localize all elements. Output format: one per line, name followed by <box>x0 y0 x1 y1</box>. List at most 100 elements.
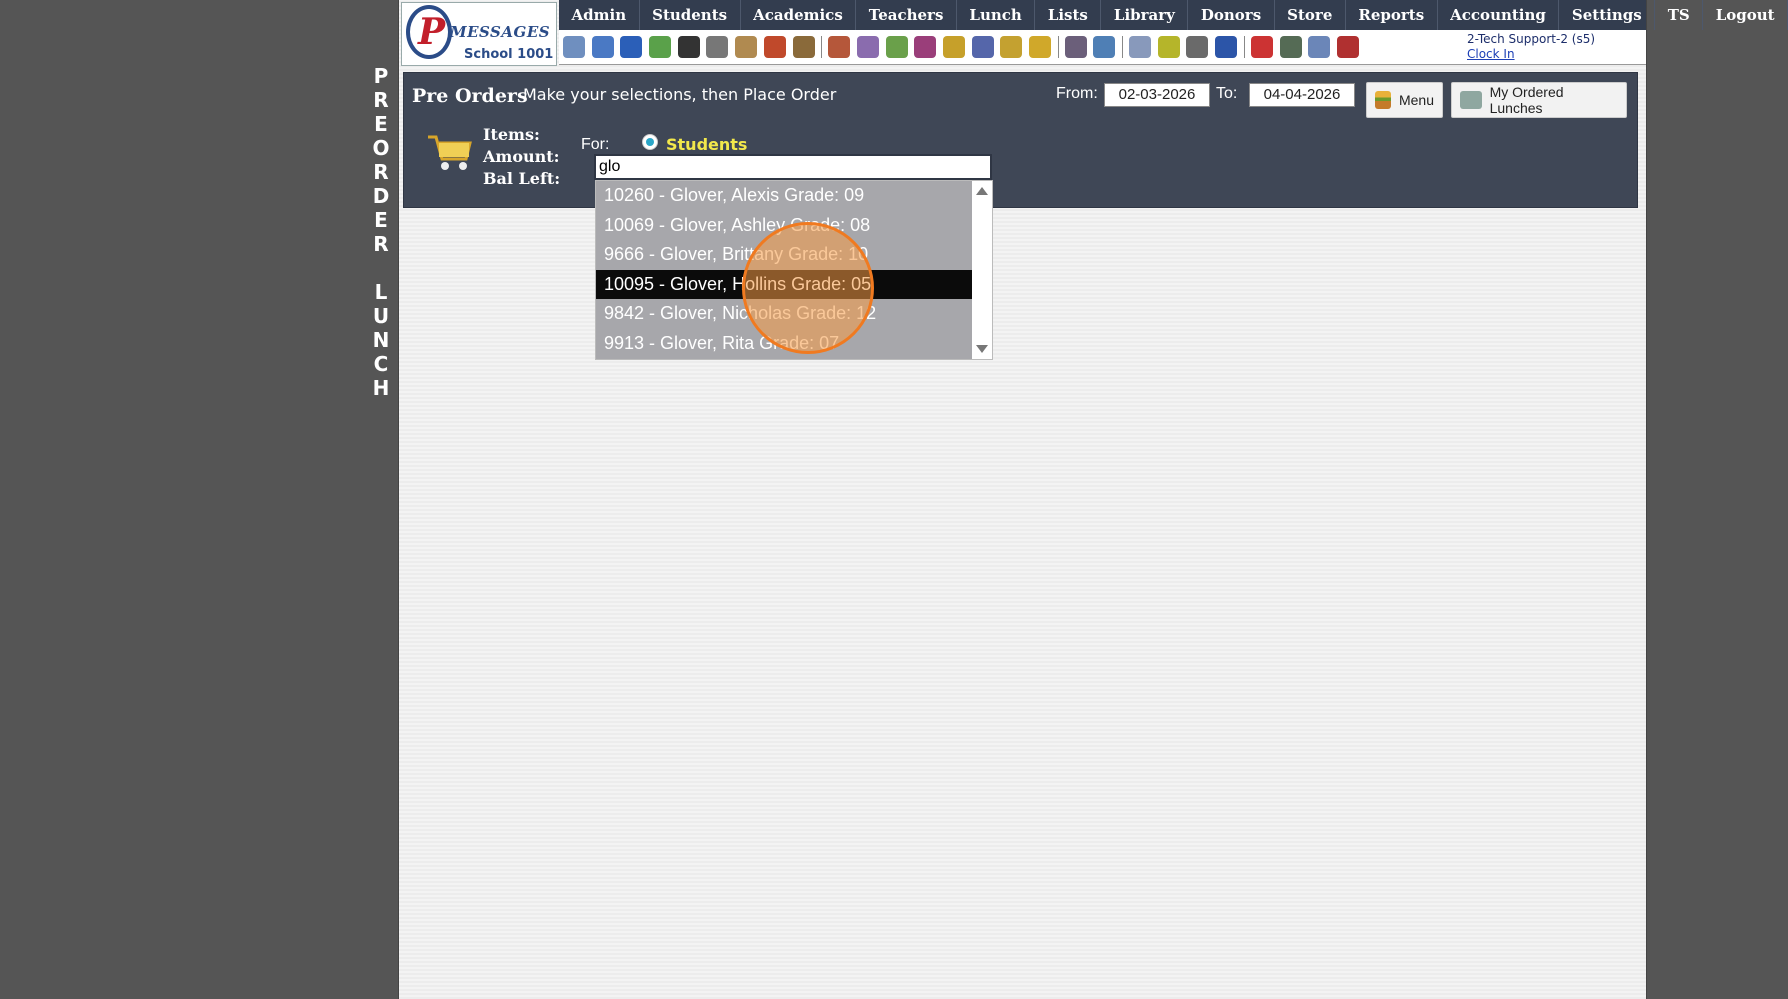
help-icon[interactable] <box>1308 36 1331 58</box>
nav-item-lists[interactable]: Lists <box>1035 0 1102 30</box>
user-info: 2-Tech Support-2 (s5) Clock In <box>1467 32 1595 62</box>
grid-icon[interactable] <box>591 36 614 58</box>
toolbar-separator <box>1122 36 1124 58</box>
phone-icon[interactable] <box>677 36 700 58</box>
speaker-icon[interactable] <box>706 36 729 58</box>
nav-item-academics[interactable]: Academics <box>741 0 857 30</box>
money-icon[interactable] <box>1279 36 1302 58</box>
search-icon[interactable] <box>563 36 585 58</box>
newsletter-icon[interactable] <box>735 36 758 58</box>
clock-in-link[interactable]: Clock In <box>1467 47 1595 62</box>
my-ordered-lunches-button[interactable]: My Ordered Lunches <box>1451 82 1627 118</box>
side-label-letter: D <box>372 184 390 208</box>
student-icon[interactable] <box>856 36 879 58</box>
nav-item-settings[interactable]: Settings <box>1559 0 1656 30</box>
side-label-letter: E <box>374 208 388 232</box>
broom-icon[interactable] <box>1000 36 1023 58</box>
logo[interactable]: MESSAGES School 1001 <box>401 2 557 66</box>
nav-item-teachers[interactable]: Teachers <box>856 0 957 30</box>
toolbar-separator <box>1243 36 1245 58</box>
student-option[interactable]: 10260 - Glover, Alexis Grade: 09 <box>596 181 972 211</box>
power-icon[interactable] <box>1336 36 1359 58</box>
toolbar-separator <box>1057 36 1059 58</box>
side-label-letter: O <box>372 136 390 160</box>
page-subtitle: Make your selections, then Place Order <box>523 85 837 104</box>
side-title-vertical: PREORDERLUNCH <box>368 64 394 400</box>
menu-button[interactable]: Menu <box>1366 82 1443 118</box>
from-label: From: <box>1056 85 1098 102</box>
side-label-letter: L <box>374 280 388 304</box>
student-option[interactable]: 9842 - Glover, Nicholas Grade: 12 <box>596 299 972 329</box>
student-option[interactable]: 9913 - Glover, Rita Grade: 07 <box>596 329 972 359</box>
student-option[interactable]: 9666 - Glover, Brittany Grade: 10 <box>596 240 972 270</box>
nav-item-donors[interactable]: Donors <box>1188 0 1275 30</box>
icon-toolbar: 2-Tech Support-2 (s5) Clock In <box>559 30 1646 65</box>
student-add-icon[interactable] <box>828 36 851 58</box>
scroll-up-icon[interactable] <box>976 187 988 195</box>
preorder-panel: Pre Orders Make your selections, then Pl… <box>403 72 1638 208</box>
side-label-letter: E <box>374 112 388 136</box>
nav-item-lunch[interactable]: Lunch <box>957 0 1036 30</box>
side-label-letter: C <box>373 352 389 376</box>
my-ordered-lunches-label: My Ordered Lunches <box>1489 84 1564 116</box>
printer-icon[interactable] <box>1186 36 1209 58</box>
for-label: For: <box>581 136 610 153</box>
megaphone-icon[interactable] <box>792 36 815 58</box>
nav-item-library[interactable]: Library <box>1101 0 1189 30</box>
at-email-icon[interactable] <box>620 36 643 58</box>
to-label: To: <box>1216 85 1238 102</box>
spreadsheet-icon[interactable] <box>1129 36 1152 58</box>
student-search-input[interactable] <box>594 154 992 180</box>
main-nav: Admin Students Academics Teachers Lunch Lists… <box>559 0 1788 30</box>
menu-button-label: Menu <box>1398 92 1434 108</box>
arrow-icon[interactable] <box>1029 36 1051 58</box>
school-name: School 1001 <box>464 47 554 62</box>
side-label-letter: R <box>373 232 389 256</box>
calendar-icon[interactable] <box>763 36 786 58</box>
sandwich-icon <box>1375 91 1391 109</box>
side-label-letter: N <box>372 328 390 352</box>
students-radio-label[interactable]: Students <box>666 135 747 154</box>
nav-item-logout[interactable]: Logout <box>1703 0 1788 30</box>
app-window: MESSAGES School 1001 AdminStudentsAcadem… <box>398 0 1788 999</box>
side-label-letter: R <box>373 88 389 112</box>
student-option[interactable]: 10069 - Glover, Ashley Grade: 08 <box>596 211 972 241</box>
dropdown-scrollbar[interactable] <box>972 181 992 359</box>
page-title: Pre Orders <box>412 85 528 107</box>
autocomplete-dropdown: 10260 - Glover, Alexis Grade: 09 10069 - … <box>595 180 993 360</box>
side-label-letter: H <box>372 376 390 400</box>
toolbar-separator <box>821 36 823 58</box>
items-label: Items: <box>483 125 540 144</box>
side-label-letter <box>368 256 394 280</box>
student-option[interactable]: 10095 - Glover, Hollins Grade: 05 <box>596 269 972 300</box>
tag-icon[interactable] <box>885 36 908 58</box>
logo-emblem <box>406 5 452 59</box>
clock-icon[interactable] <box>1093 36 1116 58</box>
bal-left-label: Bal Left: <box>483 169 561 188</box>
card-icon[interactable] <box>1157 36 1180 58</box>
nav-item-admin[interactable]: Admin <box>559 0 640 30</box>
teacher-icon[interactable] <box>1064 36 1087 58</box>
nav-item-students[interactable]: Students <box>640 0 741 30</box>
nav-item-store[interactable]: Store <box>1275 0 1346 30</box>
cart-icon <box>428 135 472 170</box>
scroll-down-icon[interactable] <box>976 345 988 353</box>
nav-item-accounting[interactable]: Accounting <box>1438 0 1560 30</box>
book-icon[interactable] <box>971 36 994 58</box>
shopping-cart-icon <box>1460 91 1482 109</box>
side-label-letter: U <box>372 304 390 328</box>
logo-wordmark: MESSAGES <box>450 23 551 41</box>
group-icon[interactable] <box>914 36 937 58</box>
lunch-icon[interactable] <box>942 36 965 58</box>
nav-item-ts[interactable]: TS <box>1655 0 1704 30</box>
side-label-letter: R <box>373 160 389 184</box>
nav-item-reports[interactable]: Reports <box>1346 0 1438 30</box>
chat-icon[interactable] <box>649 36 672 58</box>
to-date-input[interactable]: 04-04-2026 <box>1249 83 1355 107</box>
ap-icon[interactable] <box>1215 36 1238 58</box>
students-radio[interactable] <box>642 134 658 150</box>
user-name: 2-Tech Support-2 (s5) <box>1467 32 1596 46</box>
pdf-icon[interactable] <box>1250 36 1273 58</box>
from-date-input[interactable]: 02-03-2026 <box>1104 83 1210 107</box>
amount-label: Amount: <box>483 147 560 166</box>
